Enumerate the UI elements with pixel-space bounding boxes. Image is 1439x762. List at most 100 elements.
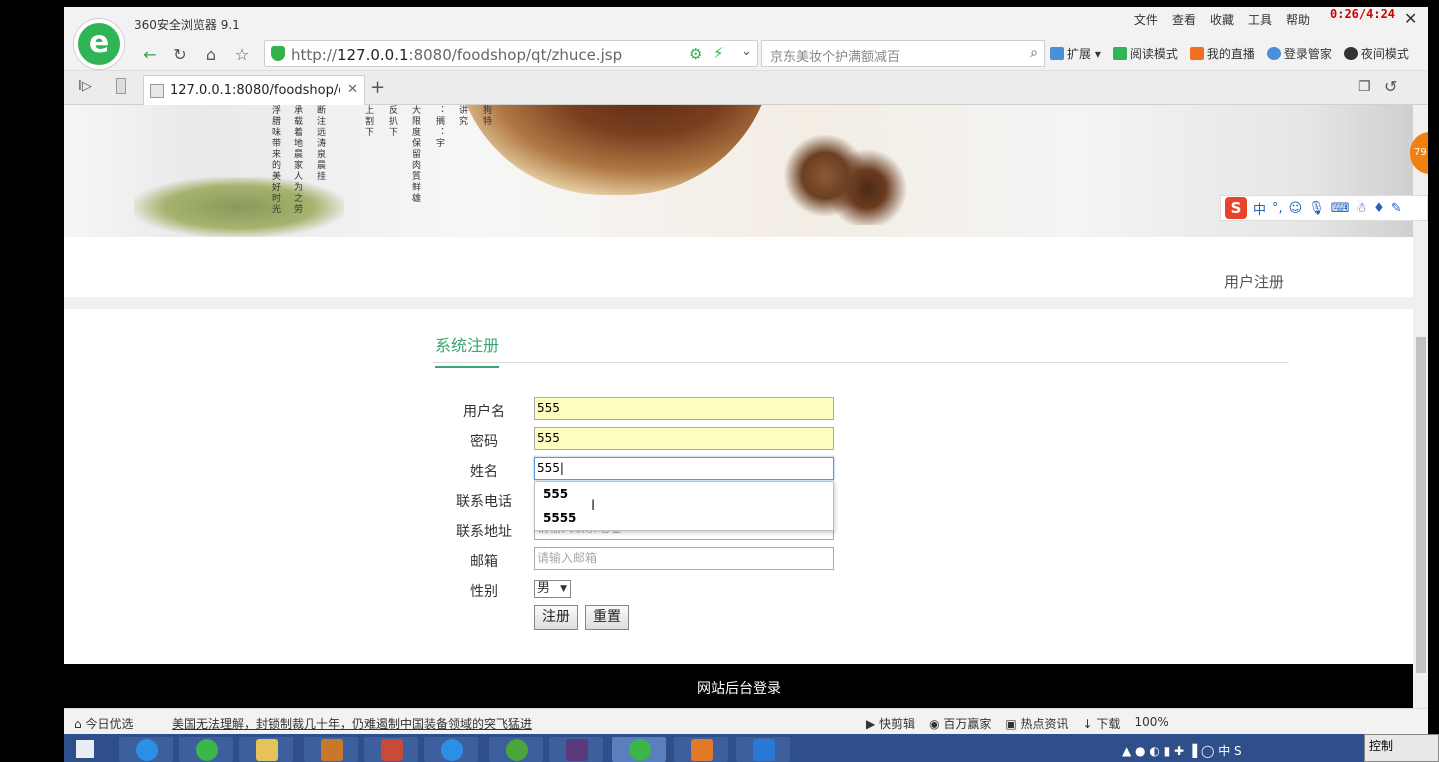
email-input[interactable]: 请输入邮箱 [534, 547, 834, 570]
my-live-button[interactable]: 我的直播 [1189, 45, 1255, 62]
new-tab-icon[interactable]: + [370, 77, 385, 98]
hot-news-button[interactable]: ▣ 热点资讯 [1005, 715, 1068, 732]
text-caret: | [559, 461, 564, 475]
username-input[interactable]: 555 [534, 397, 834, 420]
text-cursor-icon: I [591, 498, 596, 514]
notes-icon [381, 739, 403, 761]
news-ticker-link[interactable]: 美国无法理解，封锁制裁几十年，仍难遏制中国装备领域的突飞猛进 [172, 715, 532, 732]
million-winner-button[interactable]: ◉ 百万赢家 [929, 715, 991, 732]
autocomplete-list: 555 5555 [534, 481, 834, 531]
sidebar-toggle-icon[interactable]: I▷ [78, 79, 92, 94]
tab-bar: I▷ 127.0.0.1:8080/foodshop/qt/z ✕ + ❐ ↺ [64, 71, 1428, 105]
autocomplete-item[interactable]: 5555 [535, 506, 833, 530]
title-bar: 360安全浏览器 9.1 文件 查看 收藏 工具 帮助 0:26/4:24 ✕ [64, 7, 1428, 37]
key-icon [1266, 47, 1281, 60]
password-input[interactable]: 555 [534, 427, 834, 450]
banner-verse: 大限度保留肉質鲜雄 [410, 105, 420, 204]
chevron-down-icon[interactable]: ⌄ [741, 44, 752, 59]
name-label: 姓名 [470, 464, 498, 480]
favicon-icon [150, 84, 164, 98]
login-manager-button[interactable]: 登录管家 [1266, 45, 1332, 62]
menu-help[interactable]: 帮助 [1286, 11, 1310, 28]
taskbar-java[interactable] [674, 737, 728, 762]
tab-title: 127.0.0.1:8080/foodshop/qt/z [170, 83, 340, 98]
taskbar-explorer[interactable] [239, 737, 293, 762]
refresh-icon[interactable]: ↻ [170, 45, 190, 64]
gender-select[interactable]: 男 ▼ [534, 580, 571, 598]
windows-start-icon[interactable] [76, 740, 94, 758]
ime-mode[interactable]: 中 [1253, 199, 1266, 218]
browser-360-icon [196, 739, 218, 761]
home-icon[interactable]: ⌂ [201, 45, 221, 64]
divider [64, 297, 1413, 309]
email-label: 邮箱 [470, 554, 498, 570]
quick-clip-button[interactable]: ▶ 快剪辑 [866, 715, 915, 732]
menu-view[interactable]: 查看 [1172, 11, 1196, 28]
reset-button[interactable]: 重置 [585, 605, 629, 630]
navigation-bar: ← ↻ ⌂ ☆ http://127.0.0.1:8080/foodshop/q… [64, 37, 1428, 71]
ime-punctuation[interactable]: °, [1272, 201, 1283, 216]
footer: 网站后台登录 [64, 664, 1413, 708]
gear-icon [1343, 47, 1358, 60]
taskbar-javaee[interactable] [549, 737, 603, 762]
microphone-icon[interactable]: 🎙 [1308, 201, 1325, 216]
menu-favorites[interactable]: 收藏 [1210, 11, 1234, 28]
control-panel-popup[interactable]: 控制 [1364, 734, 1439, 762]
extensions-button[interactable]: 扩展 ▾ [1050, 45, 1101, 62]
ime-indicator[interactable]: 中 [1218, 744, 1230, 758]
autocomplete-item[interactable]: 555 [535, 482, 833, 506]
user-icon[interactable]: ☃ [1356, 201, 1368, 216]
star-icon[interactable]: ☆ [232, 45, 252, 64]
today-picks[interactable]: ⌂ 今日优选 [74, 715, 133, 732]
menu-tools[interactable]: 工具 [1248, 11, 1272, 28]
restore-tabs-icon[interactable]: ❐ [1358, 79, 1371, 95]
status-tools: ▶ 快剪辑 ◉ 百万赢家 ▣ 热点资讯 ↓ 下载 100% [866, 715, 1169, 732]
close-tab-icon[interactable]: ✕ [347, 82, 358, 97]
tab-active[interactable]: 127.0.0.1:8080/foodshop/qt/z ✕ [143, 75, 365, 105]
emoji-icon[interactable]: ☺ [1289, 201, 1303, 216]
wps-icon [753, 739, 775, 761]
name-input[interactable]: 555| [534, 457, 834, 480]
page-viewport: 浮腊味带来的美好时光 承载着地晨家人为之劳 断注远涛泉晨挂 上割下 反扒下 大限… [64, 105, 1413, 708]
app-title: 360安全浏览器 9.1 [134, 18, 240, 32]
register-button[interactable]: 注册 [534, 605, 578, 630]
search-placeholder: 京东美妆个护满额减百 [770, 50, 901, 65]
zoom-level[interactable]: 100% [1134, 715, 1168, 732]
toolbar-right: 扩展 ▾ 阅读模式 我的直播 登录管家 夜间模式 [1050, 45, 1409, 62]
search-icon[interactable]: ⌕ [1030, 45, 1038, 61]
search-box[interactable]: 京东美妆个护满额减百 ⌕ [761, 40, 1045, 67]
back-icon[interactable]: ← [140, 45, 160, 64]
keyboard-icon[interactable]: ⌨ [1331, 201, 1350, 216]
banner-image: 浮腊味带来的美好时光 承载着地晨家人为之劳 断注远涛泉晨挂 上割下 反扒下 大限… [64, 105, 1413, 237]
address-bar[interactable]: http://127.0.0.1:8080/foodshop/qt/zhuce.… [264, 40, 758, 67]
menu-file[interactable]: 文件 [1134, 11, 1158, 28]
taskbar-app-green[interactable] [489, 737, 543, 762]
banner-verse: 讲究 [457, 105, 467, 127]
undo-close-icon[interactable]: ↺ [1384, 77, 1397, 96]
night-mode-button[interactable]: 夜间模式 [1343, 45, 1409, 62]
sogou-logo-icon[interactable]: S [1225, 197, 1247, 219]
taskbar-360-active[interactable] [612, 737, 666, 762]
banner-verse: 反扒下 [387, 105, 397, 138]
reading-mode-button[interactable]: 阅读模式 [1112, 45, 1178, 62]
banner-verse: 上割下 [363, 105, 373, 138]
admin-login-link[interactable]: 网站后台登录 [697, 678, 781, 698]
taskbar-ie[interactable] [119, 737, 173, 762]
taskbar-360[interactable] [179, 737, 233, 762]
banner-verse: 断注远涛泉晨挂 [315, 105, 325, 182]
download-button[interactable]: ↓ 下载 [1083, 715, 1121, 732]
wrench-icon[interactable]: ✎ [1391, 201, 1402, 216]
speed-mode-icon[interactable]: ⚡ [713, 44, 724, 62]
taskbar-app-book[interactable] [304, 737, 358, 762]
shirt-icon[interactable]: ♦ [1373, 201, 1385, 216]
banner-verse: 浮腊味带来的美好时光 [270, 105, 280, 215]
browser-360-icon [629, 739, 651, 761]
scroll-thumb[interactable] [1416, 337, 1426, 673]
banner-verse: 承载着地晨家人为之劳 [292, 105, 302, 215]
taskbar-ie-2[interactable] [424, 737, 478, 762]
phone-icon[interactable] [116, 78, 126, 94]
taskbar-app-notes[interactable] [364, 737, 418, 762]
security-check-icon[interactable]: ⚙ [689, 45, 702, 63]
close-window-icon[interactable]: ✕ [1404, 9, 1417, 28]
taskbar-wps[interactable] [736, 737, 790, 762]
